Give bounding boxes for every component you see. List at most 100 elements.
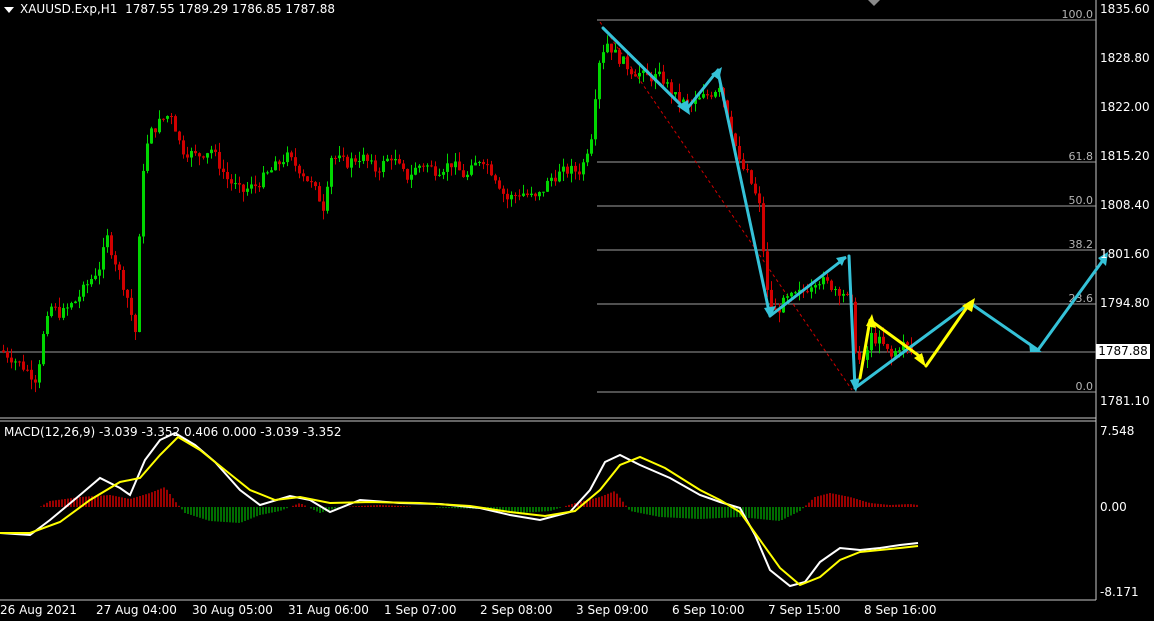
chart-header: XAUUSD.Exp,H1 1787.55 1789.29 1786.85 17… bbox=[4, 2, 335, 16]
candle-body bbox=[434, 166, 437, 176]
time-tick: 26 Aug 2021 bbox=[0, 603, 77, 617]
candle-body bbox=[270, 170, 273, 173]
candle-body bbox=[74, 301, 77, 304]
fib-label-500: 50.0 bbox=[1069, 194, 1094, 207]
candle-body bbox=[214, 149, 217, 152]
candle-body bbox=[98, 269, 101, 276]
candle-body bbox=[658, 71, 661, 75]
collapse-triangle-icon[interactable] bbox=[4, 6, 14, 13]
shift-marker-icon[interactable] bbox=[868, 0, 880, 6]
candle-body bbox=[602, 52, 605, 63]
candle-body bbox=[474, 162, 477, 166]
candle-body bbox=[426, 165, 429, 167]
candle-body bbox=[266, 172, 269, 174]
candle-body bbox=[762, 203, 765, 252]
candle-body bbox=[898, 350, 901, 352]
candle-body bbox=[158, 118, 161, 133]
candle-body bbox=[114, 255, 117, 265]
candle-body bbox=[706, 94, 709, 96]
candle-body bbox=[446, 163, 449, 172]
candle-body bbox=[882, 336, 885, 345]
candle-body bbox=[254, 184, 257, 187]
candle-body bbox=[546, 180, 549, 192]
candle-body bbox=[830, 280, 833, 290]
time-tick: 1 Sep 07:00 bbox=[384, 603, 456, 617]
candle-body bbox=[510, 194, 513, 200]
candle-body bbox=[350, 158, 353, 168]
candle-body bbox=[162, 118, 165, 120]
candle-body bbox=[522, 193, 525, 196]
price-axis: 1835.60 1828.80 1822.00 1815.20 1808.40 … bbox=[1100, 2, 1150, 599]
candle-body bbox=[750, 170, 753, 184]
fib-label-618: 61.8 bbox=[1069, 150, 1094, 163]
macd-header: MACD(12,26,9) -3.039 -3.352 0.406 0.000 … bbox=[4, 425, 342, 439]
candle-body bbox=[314, 182, 317, 187]
yellow-arrowheads bbox=[866, 298, 975, 367]
candle-body bbox=[182, 140, 185, 155]
candle-body bbox=[22, 361, 25, 370]
price-tick: 1794.80 bbox=[1100, 296, 1150, 310]
fibonacci-retracement[interactable]: 100.0 61.8 50.0 38.2 23.6 0.0 bbox=[597, 8, 1096, 393]
macd-tick: 7.548 bbox=[1100, 424, 1134, 438]
candle-body bbox=[550, 177, 553, 181]
candle-body bbox=[110, 235, 113, 256]
candle-body bbox=[294, 157, 297, 166]
candle-body bbox=[574, 165, 577, 172]
candle-body bbox=[194, 151, 197, 154]
candle-body bbox=[226, 172, 229, 180]
candle-body bbox=[742, 159, 745, 170]
price-tick: 1828.80 bbox=[1100, 51, 1150, 65]
candle-body bbox=[622, 56, 625, 64]
candle-body bbox=[714, 92, 717, 97]
candle-body bbox=[66, 307, 69, 309]
candle-body bbox=[794, 292, 797, 294]
candle-body bbox=[246, 188, 249, 192]
candle-body bbox=[154, 128, 157, 133]
chart-canvas[interactable]: 100.0 61.8 50.0 38.2 23.6 0.0 1835.60 18… bbox=[0, 0, 1154, 621]
candle-body bbox=[206, 153, 209, 158]
candle-body bbox=[26, 369, 29, 371]
candle-body bbox=[738, 145, 741, 160]
candle-body bbox=[146, 143, 149, 171]
candle-body bbox=[118, 264, 121, 270]
candle-body bbox=[38, 364, 41, 383]
candle-body bbox=[174, 116, 177, 132]
candle-body bbox=[526, 193, 529, 196]
candle-body bbox=[662, 71, 665, 84]
candle-body bbox=[366, 154, 369, 161]
candle-body bbox=[578, 171, 581, 175]
candle-body bbox=[786, 296, 789, 298]
candle-body bbox=[278, 161, 281, 165]
candle-body bbox=[814, 285, 817, 288]
candle-body bbox=[198, 153, 201, 157]
candle-body bbox=[858, 352, 861, 360]
candle-body bbox=[234, 183, 237, 185]
candle-body bbox=[150, 128, 153, 144]
time-tick: 8 Sep 16:00 bbox=[864, 603, 936, 617]
candle-body bbox=[834, 289, 837, 291]
candle-body bbox=[134, 314, 137, 333]
candle-body bbox=[262, 172, 265, 188]
candle-body bbox=[430, 165, 433, 167]
candle-body bbox=[274, 161, 277, 171]
candle-body bbox=[746, 169, 749, 171]
candle-body bbox=[846, 293, 849, 295]
candle-body bbox=[210, 149, 213, 154]
candle-body bbox=[286, 152, 289, 163]
candle-body bbox=[702, 94, 705, 98]
candle-body bbox=[410, 174, 413, 180]
candle-body bbox=[130, 297, 133, 315]
candle-body bbox=[478, 161, 481, 163]
candle-body bbox=[758, 193, 761, 204]
time-tick: 7 Sep 15:00 bbox=[768, 603, 840, 617]
candle-body bbox=[218, 151, 221, 169]
candle-body bbox=[566, 166, 569, 174]
candle-body bbox=[450, 163, 453, 168]
price-tick: 1808.40 bbox=[1100, 198, 1150, 212]
candle-body bbox=[458, 161, 461, 171]
candle-body bbox=[870, 332, 873, 351]
candle-body bbox=[50, 306, 53, 317]
macd-tick: -8.171 bbox=[1100, 585, 1139, 599]
macd-indicator bbox=[0, 431, 919, 588]
candle-body bbox=[202, 156, 205, 158]
